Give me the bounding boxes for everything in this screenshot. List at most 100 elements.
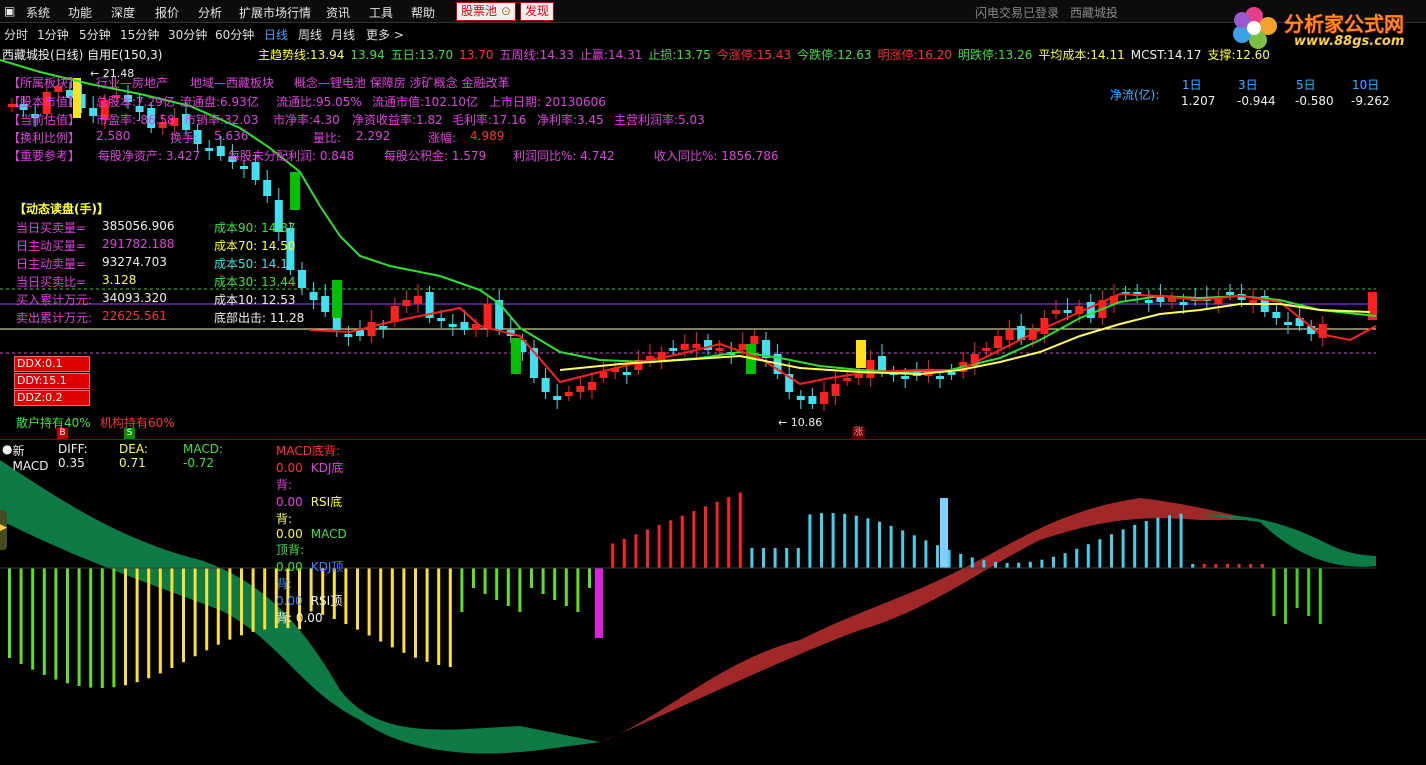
- candle-body: [1168, 298, 1176, 302]
- candle-body: [1144, 300, 1153, 303]
- macd-bar: [414, 568, 417, 658]
- candle-body: [511, 338, 521, 374]
- f10-row-turnover: 【换利比例】 2.580 换手: 5.636 量比: 2.292 涨幅: 4.9…: [8, 129, 505, 145]
- macd-bar: [611, 543, 615, 568]
- macd-bar: [240, 568, 243, 636]
- macd-bar: [77, 568, 81, 686]
- low-price-marker: ← 10.86: [778, 416, 823, 429]
- dyn-label-1: 日主动买量=: [16, 239, 87, 253]
- f10-row-reference: 【重要参考】 每股净资产: 3.427 每股未分配利润: 0.848 每股公积金…: [8, 149, 779, 163]
- macd-bar: [483, 568, 487, 594]
- side-expand-handle[interactable]: ▶: [0, 510, 7, 550]
- macd-value: MACD: -0.72: [183, 442, 224, 470]
- macd-bar: [367, 568, 371, 636]
- macd-bar: [472, 568, 475, 588]
- macd-bar: [263, 568, 267, 630]
- candle-body: [541, 378, 550, 392]
- macd-bar: [1028, 561, 1032, 568]
- macd-bar: [518, 568, 522, 612]
- netflow-value-1d: 1.207: [1181, 94, 1216, 108]
- macd-bar: [506, 568, 510, 606]
- macd-title: ● 新MACD: [2, 442, 49, 473]
- candle-body: [588, 382, 596, 390]
- macd-bar: [170, 568, 174, 669]
- candle-body: [205, 148, 214, 151]
- macd-bar: [1214, 564, 1218, 568]
- candle-body: [448, 324, 457, 327]
- macd-bar: [228, 568, 232, 640]
- panel-divider[interactable]: [0, 439, 1426, 440]
- macd-bar: [437, 568, 441, 665]
- macd-bar: [843, 513, 847, 568]
- macd-bar: [878, 521, 881, 568]
- candle-body: [1272, 312, 1281, 318]
- macd-bar: [564, 568, 568, 606]
- candle-body: [622, 372, 631, 375]
- macd-bar: [924, 540, 928, 568]
- macd-bar: [940, 498, 948, 568]
- macd-bar: [158, 568, 162, 674]
- macd-bar: [646, 529, 649, 568]
- macd-bar: [1075, 548, 1079, 568]
- macd-bar: [1156, 517, 1160, 568]
- candle-body: [402, 300, 411, 306]
- candle-body: [240, 166, 248, 169]
- macd-bar: [205, 568, 209, 651]
- macd-bar: [19, 568, 23, 664]
- candle-body: [1284, 322, 1292, 325]
- candle-body: [216, 146, 225, 156]
- macd-bar: [901, 530, 905, 568]
- candle-body: [808, 396, 817, 404]
- macd-bar: [356, 568, 359, 630]
- netflow-value-10d: -9.262: [1351, 94, 1390, 108]
- ddz-badge: DDZ:0.2: [14, 390, 90, 406]
- candle-body: [379, 326, 388, 329]
- netflow-value-3d: -0.944: [1237, 94, 1276, 108]
- macd-bar: [553, 568, 557, 600]
- macd-bar: [135, 568, 139, 683]
- macd-bar: [1191, 564, 1195, 568]
- candle-body: [680, 344, 689, 350]
- dyn-value-5: 22625.561: [102, 309, 167, 323]
- macd-bar: [657, 524, 661, 568]
- f10-row-sector: 【所属板块】 行业—房地产 地域—西藏板块 概念—锂电池 保障房 涉矿概念 金融…: [8, 76, 510, 90]
- macd-bar: [402, 568, 406, 653]
- macd-bar: [216, 568, 220, 645]
- macd-bar: [796, 548, 800, 568]
- netflow-header-3d: 3日: [1238, 78, 1258, 92]
- macd-bar: [595, 568, 603, 638]
- macd-bar: [390, 568, 394, 648]
- macd-ribbon-red: [600, 498, 1260, 742]
- macd-bar: [936, 545, 939, 568]
- macd-bar: [634, 534, 638, 568]
- macd-bar: [124, 568, 127, 686]
- candle-body: [901, 376, 910, 379]
- macd-bar: [692, 511, 696, 568]
- macd-bar: [182, 568, 185, 663]
- macd-bar: [54, 568, 58, 680]
- dyn-value-3: 3.128: [102, 273, 137, 287]
- netflow-label: 净流(亿):: [1110, 88, 1160, 102]
- cost-10: 成本10: 12.53: [214, 293, 296, 307]
- candle-body: [669, 348, 678, 351]
- macd-histogram: [0, 492, 1376, 688]
- macd-bar: [889, 525, 893, 568]
- macd-bar: [495, 568, 499, 600]
- candle-body: [856, 340, 866, 368]
- macd-bar: [448, 568, 452, 668]
- macd-bar: [680, 515, 684, 568]
- macd-bar: [622, 538, 626, 568]
- macd-bar: [66, 568, 69, 684]
- dyn-label-2: 日主动卖量=: [16, 257, 87, 271]
- macd-bar: [831, 513, 835, 568]
- candle-body: [251, 162, 260, 180]
- macd-bar: [1110, 534, 1113, 568]
- macd-bar: [1133, 524, 1137, 568]
- ddy-badge: DDY:15.1: [14, 373, 90, 389]
- macd-bar: [1052, 556, 1055, 568]
- netflow-header-1d: 1日: [1182, 78, 1202, 92]
- macd-bar: [460, 568, 464, 612]
- candle-body: [576, 386, 585, 392]
- macd-bar: [1063, 553, 1067, 568]
- dynamic-panel-title: 【动态读盘(手)】: [14, 202, 109, 216]
